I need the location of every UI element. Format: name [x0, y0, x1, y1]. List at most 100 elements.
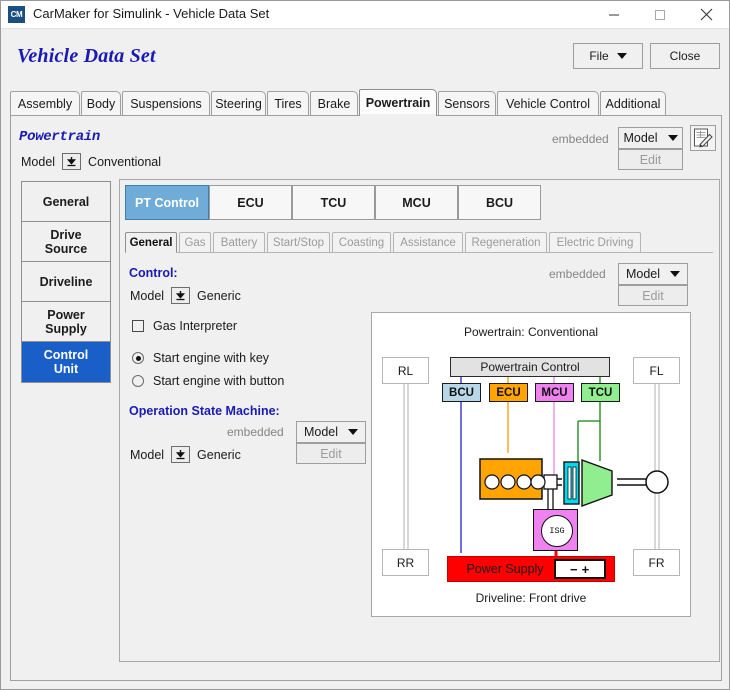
sidebar-item-control-unit[interactable]: Control Unit: [22, 342, 110, 382]
main-tab-bar: Assembly Body Suspensions Steering Tires Brak…: [10, 89, 722, 116]
osm-combo-value: Model: [303, 425, 339, 439]
chevron-down-icon: [348, 429, 359, 435]
powertrain-edit-button[interactable]: Edit: [618, 149, 683, 170]
osm-edit-button[interactable]: Edit: [296, 443, 366, 464]
control-tab-bcu[interactable]: BCU: [458, 185, 541, 220]
main-tab-label: Powertrain: [365, 96, 431, 110]
sub-tab-label: Regeneration: [471, 236, 541, 249]
sidebar-item-drive-source[interactable]: Drive Source: [22, 222, 110, 262]
control-section-title: Control:: [129, 266, 178, 280]
main-tab-brake[interactable]: Brake: [310, 91, 358, 116]
control-combo-value: Model: [625, 267, 661, 281]
main-tab-assembly[interactable]: Assembly: [10, 91, 80, 116]
main-tab-label: Assembly: [17, 97, 73, 111]
sidebar: General Drive Source Driveline Power Supply…: [21, 181, 111, 383]
sub-tab-battery[interactable]: Battery: [213, 232, 265, 253]
sub-tab-regeneration[interactable]: Regeneration: [465, 232, 547, 253]
sub-tab-assistance[interactable]: Assistance: [393, 232, 463, 253]
start-engine-key-radio-row[interactable]: Start engine with key: [132, 351, 269, 365]
control-edit-button[interactable]: Edit: [618, 285, 688, 306]
powertrain-model-dropdown-icon[interactable]: [62, 153, 82, 170]
sub-tab-label: Gas: [184, 236, 206, 249]
main-tab-body[interactable]: Body: [81, 91, 121, 116]
sub-tab-start-stop[interactable]: Start/Stop: [267, 232, 330, 253]
gas-interpreter-checkbox[interactable]: [132, 320, 144, 332]
wheel-front-left: FL: [633, 357, 680, 384]
powertrain-model-row: Model Conventional: [21, 153, 161, 170]
main-tab-label: Suspensions: [130, 97, 202, 111]
sidebar-item-label: Drive Source: [44, 227, 88, 256]
app-icon: CM: [8, 6, 25, 23]
main-tab-vehicle-control[interactable]: Vehicle Control: [497, 91, 599, 116]
power-supply-box: Power Supply − +: [447, 556, 615, 582]
osm-model-value: Generic: [197, 447, 241, 462]
sub-tab-coasting[interactable]: Coasting: [332, 232, 391, 253]
osm-model-combo[interactable]: Model: [296, 421, 366, 443]
control-tab-ecu[interactable]: ECU: [209, 185, 292, 220]
control-tab-label: BCU: [485, 195, 514, 210]
sub-tab-electric-driving[interactable]: Electric Driving: [549, 232, 641, 253]
sub-tab-label: General: [129, 236, 173, 249]
osm-model-dropdown-icon[interactable]: [171, 446, 191, 463]
title-bar: CM CarMaker for Simulink - Vehicle Data …: [1, 1, 729, 29]
gas-interpreter-label: Gas Interpreter: [153, 319, 238, 333]
control-model-dropdown-icon[interactable]: [171, 287, 191, 304]
control-tab-tcu[interactable]: TCU: [292, 185, 375, 220]
maximize-icon[interactable]: [637, 1, 683, 28]
file-menu-label: File: [589, 49, 609, 63]
start-engine-button-radio[interactable]: [132, 375, 144, 387]
control-embedded-label: embedded: [549, 267, 606, 281]
sidebar-item-power-supply[interactable]: Power Supply: [22, 302, 110, 342]
battery-plus: +: [581, 561, 590, 577]
powertrain-model-combo[interactable]: Model: [618, 127, 683, 149]
battery-minus: −: [569, 561, 578, 577]
edit-document-icon[interactable]: [690, 125, 716, 151]
osm-section-title: Operation State Machine:: [129, 404, 280, 418]
main-tab-steering[interactable]: Steering: [211, 91, 266, 116]
main-tab-additional[interactable]: Additional: [600, 91, 666, 116]
start-engine-key-label: Start engine with key: [153, 351, 270, 365]
main-tab-sensors[interactable]: Sensors: [438, 91, 496, 116]
chevron-down-icon: [667, 135, 678, 141]
chevron-down-icon: [616, 53, 627, 59]
power-supply-label: Power Supply: [466, 562, 544, 576]
battery-icon: − +: [553, 559, 606, 579]
osm-model-row: Model Generic: [130, 446, 241, 463]
gas-interpreter-checkbox-row[interactable]: Gas Interpreter: [132, 319, 237, 333]
sub-tab-general[interactable]: General: [125, 232, 177, 253]
close-icon[interactable]: [683, 1, 729, 28]
main-tab-label: Additional: [605, 97, 661, 111]
close-button[interactable]: Close: [650, 43, 720, 69]
sub-tab-gas[interactable]: Gas: [179, 232, 211, 253]
minimize-icon[interactable]: [591, 1, 637, 28]
diagram-tcu-box: TCU: [581, 383, 620, 402]
powertrain-diagram: Powertrain: Conventional Driveline: Fron…: [371, 312, 691, 617]
main-tab-tires[interactable]: Tires: [267, 91, 309, 116]
start-engine-button-label: Start engine with button: [153, 374, 285, 388]
file-menu-button[interactable]: File: [573, 43, 643, 69]
diagram-bcu-box: BCU: [442, 383, 481, 402]
main-tab-label: Steering: [215, 97, 262, 111]
control-tab-mcu[interactable]: MCU: [375, 185, 458, 220]
sidebar-item-label: Driveline: [39, 274, 93, 289]
main-tab-label: Tires: [274, 97, 302, 111]
control-model-combo[interactable]: Model: [618, 263, 688, 285]
section-title: Powertrain: [19, 129, 101, 145]
sidebar-item-label: Power Supply: [45, 307, 87, 336]
control-tab-pt-control[interactable]: PT Control: [125, 185, 209, 220]
main-tab-powertrain[interactable]: Powertrain: [359, 89, 437, 116]
main-tab-suspensions[interactable]: Suspensions: [122, 91, 210, 116]
start-engine-key-radio[interactable]: [132, 352, 144, 364]
sub-tab-label: Start/Stop: [272, 236, 325, 249]
powertrain-combo-value: Model: [623, 131, 658, 145]
sidebar-item-driveline[interactable]: Driveline: [22, 262, 110, 302]
control-tab-label: TCU: [320, 195, 347, 210]
sidebar-item-general[interactable]: General: [22, 182, 110, 222]
isg-component: ISG: [533, 509, 578, 551]
main-tab-label: Brake: [317, 97, 351, 111]
sidebar-item-label: Control Unit: [43, 348, 89, 376]
diagram-mcu-box: MCU: [535, 383, 574, 402]
powertrain-model-label: Model: [21, 154, 56, 169]
page-title: Vehicle Data Set: [17, 45, 156, 67]
start-engine-button-radio-row[interactable]: Start engine with button: [132, 374, 284, 388]
